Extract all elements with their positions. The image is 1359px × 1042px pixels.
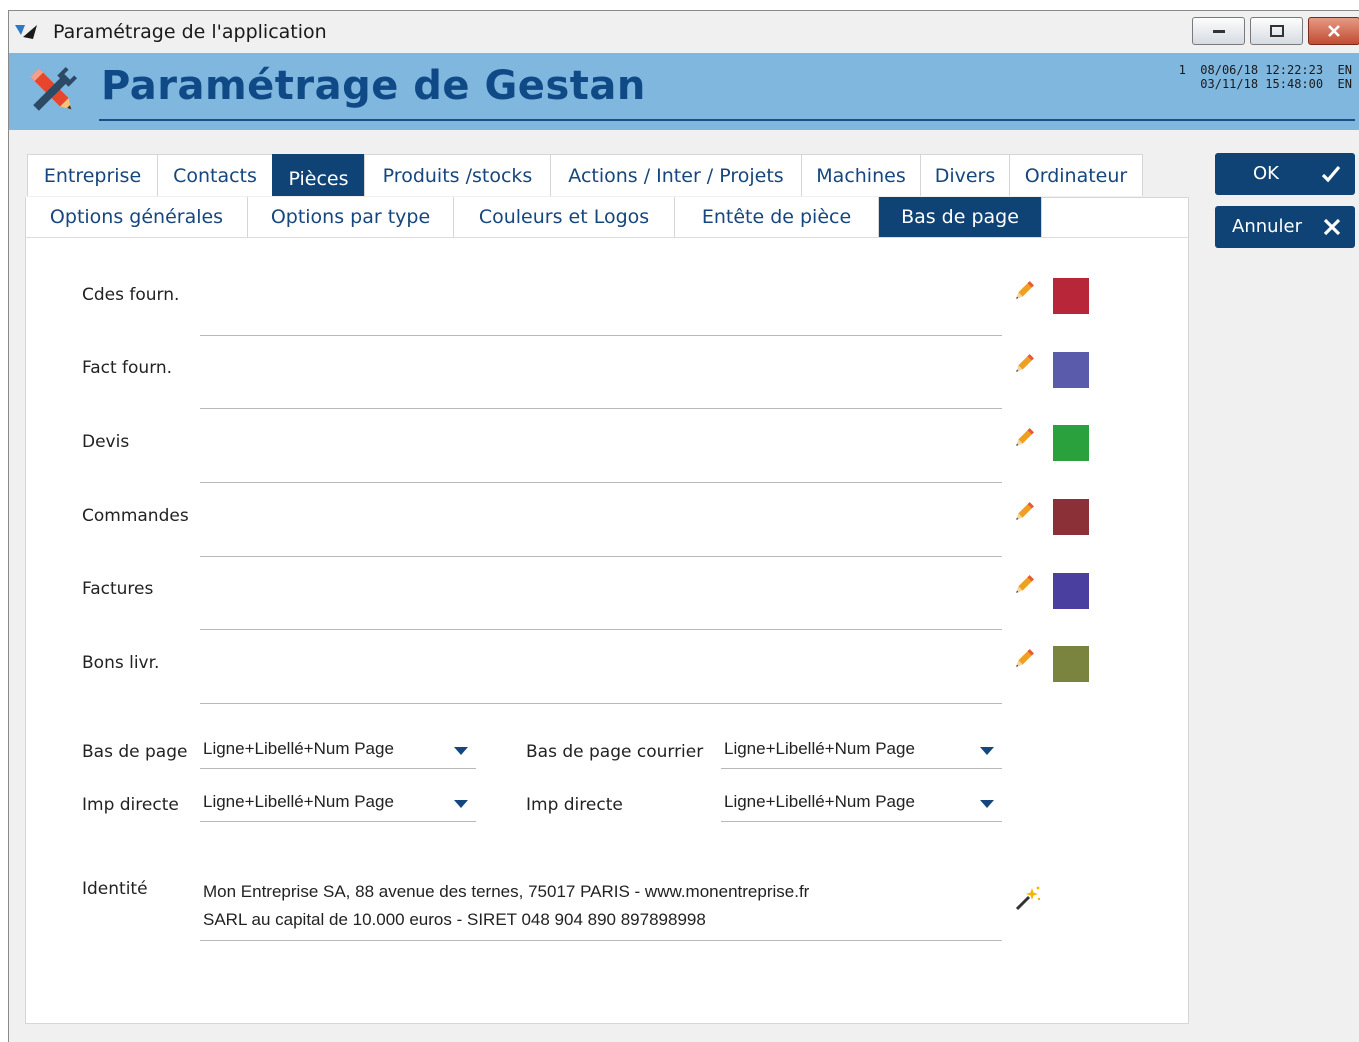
close-window-button[interactable] [1308,17,1359,45]
pencil-icon[interactable] [1012,279,1036,303]
tab-bas-de-page[interactable]: Bas de page [879,197,1042,237]
imp-directe-courrier-label: Imp directe [526,795,623,815]
bas-de-page-label: Bas de page [82,742,188,762]
identite-line2: SARL au capital de 10.000 euros - SIRET … [203,910,706,929]
app-window: Paramétrage de l'application Paramétrage… [8,10,1359,1042]
tab-entreprise[interactable]: Entreprise [27,154,158,196]
identite-underline [200,940,1002,941]
tab-options-generales[interactable]: Options générales [26,197,248,237]
minimize-icon [1212,30,1225,33]
minimize-button[interactable] [1192,17,1245,45]
bas-de-page-courrier-value: Ligne+Libellé+Num Page [724,739,915,758]
row-label-commandes: Commandes [82,506,189,526]
bas-de-page-courrier-select[interactable]: Ligne+Libellé+Num Page [721,735,1002,769]
row-input-bons-livr[interactable] [200,703,1002,704]
app-logo-icon [15,25,37,39]
window-title: Paramétrage de l'application [53,21,327,43]
maximize-button[interactable] [1250,17,1303,45]
caret-down-icon [454,800,468,808]
tab-divider [26,237,1188,238]
pencil-icon[interactable] [1012,647,1036,671]
tab-options-par-type[interactable]: Options par type [248,197,454,237]
tab-entete-piece[interactable]: Entête de pièce [675,197,879,237]
imp-directe-select[interactable]: Ligne+Libellé+Num Page [200,788,476,822]
pencil-icon[interactable] [1012,426,1036,450]
identite-line1: Mon Entreprise SA, 88 avenue des ternes,… [203,882,810,901]
ok-label: OK [1253,163,1279,184]
bas-de-page-courrier-label: Bas de page courrier [526,742,704,762]
row-label-factures: Factures [82,579,154,599]
bas-de-page-select[interactable]: Ligne+Libellé+Num Page [200,735,476,769]
title-underline [99,119,1355,121]
color-swatch-devis[interactable] [1053,425,1089,461]
row-label-cdes-fourn: Cdes fourn. [82,285,180,305]
imp-directe-value: Ligne+Libellé+Num Page [203,792,394,811]
close-icon [1328,25,1340,37]
caret-down-icon [980,800,994,808]
color-swatch-cdes-fourn[interactable] [1053,278,1089,314]
row-input-fact-fourn[interactable] [200,408,1002,409]
row-input-commandes[interactable] [200,556,1002,557]
color-swatch-commandes[interactable] [1053,499,1089,535]
row-input-factures[interactable] [200,629,1002,630]
tab-actions-inter-projets[interactable]: Actions / Inter / Projets [550,154,802,196]
imp-directe-courrier-value: Ligne+Libellé+Num Page [724,792,915,811]
tab-contacts[interactable]: Contacts [157,154,273,196]
magic-wand-icon[interactable] [1013,885,1041,913]
color-swatch-factures[interactable] [1053,573,1089,609]
x-icon [1323,218,1341,236]
tab-divers[interactable]: Divers [920,154,1010,196]
pencil-icon[interactable] [1012,500,1036,524]
ok-button[interactable]: OK [1215,153,1355,195]
session-info-line2: 03/11/18 15:48:00 EN [1200,77,1352,91]
caret-down-icon [454,747,468,755]
check-icon [1321,165,1341,183]
session-info-line1: 1 08/06/18 12:22:23 EN [1178,63,1352,77]
session-info: 1 08/06/18 12:22:23 EN 03/11/18 15:48:00… [1179,63,1352,91]
cancel-label: Annuler [1232,216,1303,237]
identite-label: Identité [82,879,148,899]
tab-machines[interactable]: Machines [801,154,921,196]
row-input-devis[interactable] [200,482,1002,483]
tab-ordinateur[interactable]: Ordinateur [1009,154,1143,196]
imp-directe-courrier-select[interactable]: Ligne+Libellé+Num Page [721,788,1002,822]
tab-couleurs-logos[interactable]: Couleurs et Logos [454,197,675,237]
cancel-button[interactable]: Annuler [1215,206,1355,248]
restore-icon [1269,25,1284,37]
header-banner: Paramétrage de Gestan 1 08/06/18 12:22:2… [9,53,1359,130]
title-bar: Paramétrage de l'application [9,11,1359,53]
row-label-bons-livr: Bons livr. [82,653,160,673]
page-title: Paramétrage de Gestan [101,63,646,109]
tab-produits-stocks[interactable]: Produits /stocks [364,154,551,196]
tools-icon [30,66,78,111]
pencil-icon[interactable] [1012,573,1036,597]
main-tabs: Entreprise Contacts Pièces Produits /sto… [27,154,1143,196]
row-input-cdes-fourn[interactable] [200,335,1002,336]
identite-field[interactable]: Mon Entreprise SA, 88 avenue des ternes,… [203,878,809,934]
bas-de-page-value: Ligne+Libellé+Num Page [203,739,394,758]
color-swatch-fact-fourn[interactable] [1053,352,1089,388]
sub-tabs: Options générales Options par type Coule… [26,197,1042,237]
imp-directe-label: Imp directe [82,795,179,815]
row-label-fact-fourn: Fact fourn. [82,358,173,378]
tab-pieces[interactable]: Pièces [272,154,365,196]
row-label-devis: Devis [82,432,130,452]
pencil-icon[interactable] [1012,352,1036,376]
color-swatch-bons-livr[interactable] [1053,646,1089,682]
caret-down-icon [980,747,994,755]
